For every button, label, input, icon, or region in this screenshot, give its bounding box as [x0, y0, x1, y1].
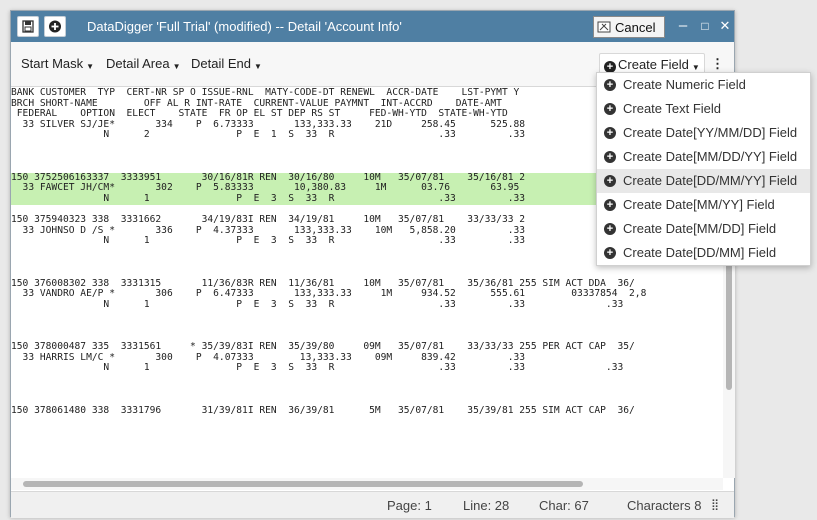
plus-icon: +: [604, 127, 616, 139]
start-mask-label: Start Mask: [21, 56, 84, 71]
create-field-menu: + Create Numeric Field + Create Text Field…: [596, 72, 811, 266]
record-line: [11, 321, 723, 332]
record-line: N 1 P E 3 S 33 R .33 .33 .33: [11, 298, 624, 310]
horizontal-scroll-thumb[interactable]: [23, 481, 583, 487]
caret-down-icon: ▼: [172, 62, 181, 71]
cancel-button[interactable]: Cancel: [593, 16, 665, 38]
cancel-label: Cancel: [615, 19, 656, 35]
menu-item-create-date-mmyy[interactable]: + Create Date[MM/YY] Field: [597, 193, 810, 217]
menu-item-create-date-ddmmyy[interactable]: + Create Date[DD/MM/YY] Field: [597, 169, 810, 193]
resize-grip-icon[interactable]: ⣿: [711, 498, 719, 511]
menu-item-create-date-yymmdd[interactable]: + Create Date[YY/MM/DD] Field: [597, 121, 810, 145]
record-line: [11, 310, 723, 321]
create-field-label: Create Field: [618, 57, 689, 72]
record-line: [11, 385, 723, 396]
page-indicator: Page: 1: [387, 498, 432, 513]
plus-icon: +: [604, 103, 616, 115]
line-indicator: Line: 28: [463, 498, 510, 513]
menu-item-create-date-mmddyy[interactable]: + Create Date[MM/DD/YY] Field: [597, 145, 810, 169]
caret-down-icon: ▼: [691, 63, 700, 72]
char-indicator: Char: 67: [539, 498, 589, 513]
detail-end-button[interactable]: Detail End ▼: [191, 53, 262, 75]
detail-area-button[interactable]: Detail Area ▼: [106, 53, 181, 75]
save-icon[interactable]: [17, 16, 39, 37]
minimize-button[interactable]: –: [675, 17, 691, 35]
title-bar: DataDigger 'Full Trial' (modified) -- De…: [11, 11, 734, 42]
horizontal-scrollbar[interactable]: [11, 478, 723, 490]
caret-down-icon: ▼: [86, 62, 95, 71]
detail-area-label: Detail Area: [106, 56, 170, 71]
characters-indicator: Characters 8: [627, 498, 702, 513]
start-mask-button[interactable]: Start Mask ▼: [21, 53, 94, 75]
menu-item-create-date-mmdd[interactable]: + Create Date[MM/DD] Field: [597, 217, 810, 241]
add-icon[interactable]: [44, 16, 66, 37]
status-bar: Page: 1 Line: 28 Char: 67 Characters 8 ⣿: [11, 491, 734, 518]
plus-icon: +: [604, 151, 616, 163]
cancel-icon: [597, 21, 611, 33]
plus-icon: +: [604, 199, 616, 211]
menu-item-create-date-ddmm[interactable]: + Create Date[DD/MM] Field: [597, 241, 810, 265]
record-line: N 1 P E 3 S 33 R .33 .33 .33: [11, 362, 624, 374]
plus-icon: +: [604, 175, 616, 187]
menu-item-create-text-field[interactable]: + Create Text Field: [597, 97, 810, 121]
plus-icon: +: [604, 79, 616, 91]
window-title: DataDigger 'Full Trial' (modified) -- De…: [87, 19, 402, 34]
plus-icon: +: [604, 247, 616, 259]
caret-down-icon: ▼: [253, 62, 262, 71]
menu-item-create-numeric-field[interactable]: + Create Numeric Field: [597, 73, 810, 97]
close-button[interactable]: ✕: [717, 17, 733, 35]
record-line: [11, 374, 723, 385]
plus-icon: +: [604, 223, 616, 235]
detail-end-label: Detail End: [191, 56, 251, 71]
record-line: 150 378061480 338 3331796 31/39/81I REN …: [11, 404, 635, 416]
maximize-button[interactable]: □: [697, 17, 713, 35]
